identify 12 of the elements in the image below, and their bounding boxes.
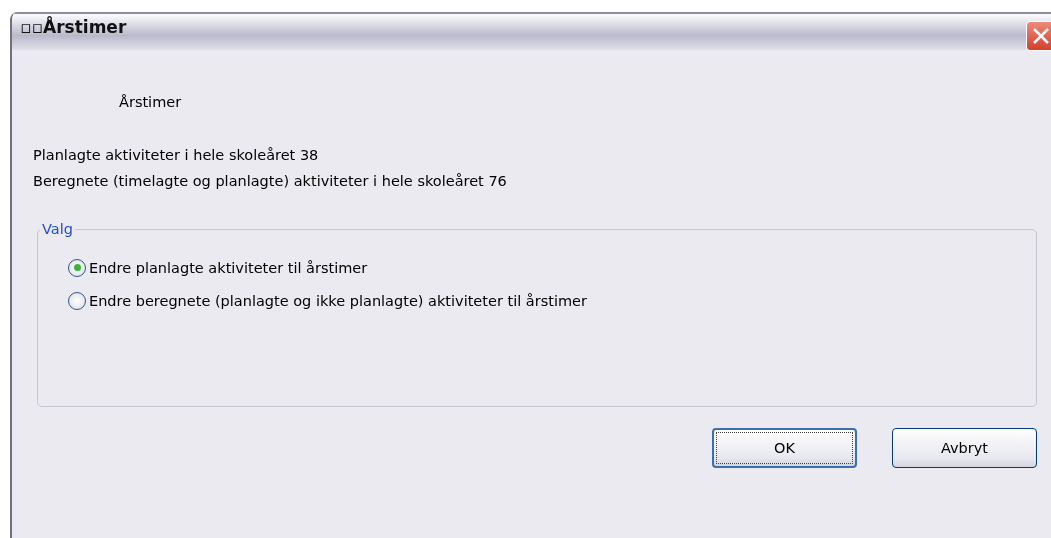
dialog-heading: Årstimer [119, 94, 183, 110]
cancel-button[interactable]: Avbryt [892, 428, 1037, 468]
radio-option[interactable]: Endre planlagte aktiviteter til årstimer [68, 251, 368, 284]
group-legend: Valg [40, 221, 75, 237]
window-title: ▫▫Årstimer [20, 17, 127, 37]
radio-button[interactable] [68, 258, 86, 277]
close-button[interactable] [1026, 21, 1051, 51]
radio-option[interactable]: Endre beregnete (planlagte og ikke planlagte) aktiviteter til årstimer [68, 284, 587, 317]
ok-button[interactable]: OK [712, 428, 857, 468]
info-text: Planlagte aktiviteter i hele skoleåret 38 [33, 146, 320, 165]
info-text: Beregnete (timelagte og planlagte) aktiviteter i hele skoleåret 76 [33, 172, 508, 191]
radio-button[interactable] [68, 291, 86, 310]
